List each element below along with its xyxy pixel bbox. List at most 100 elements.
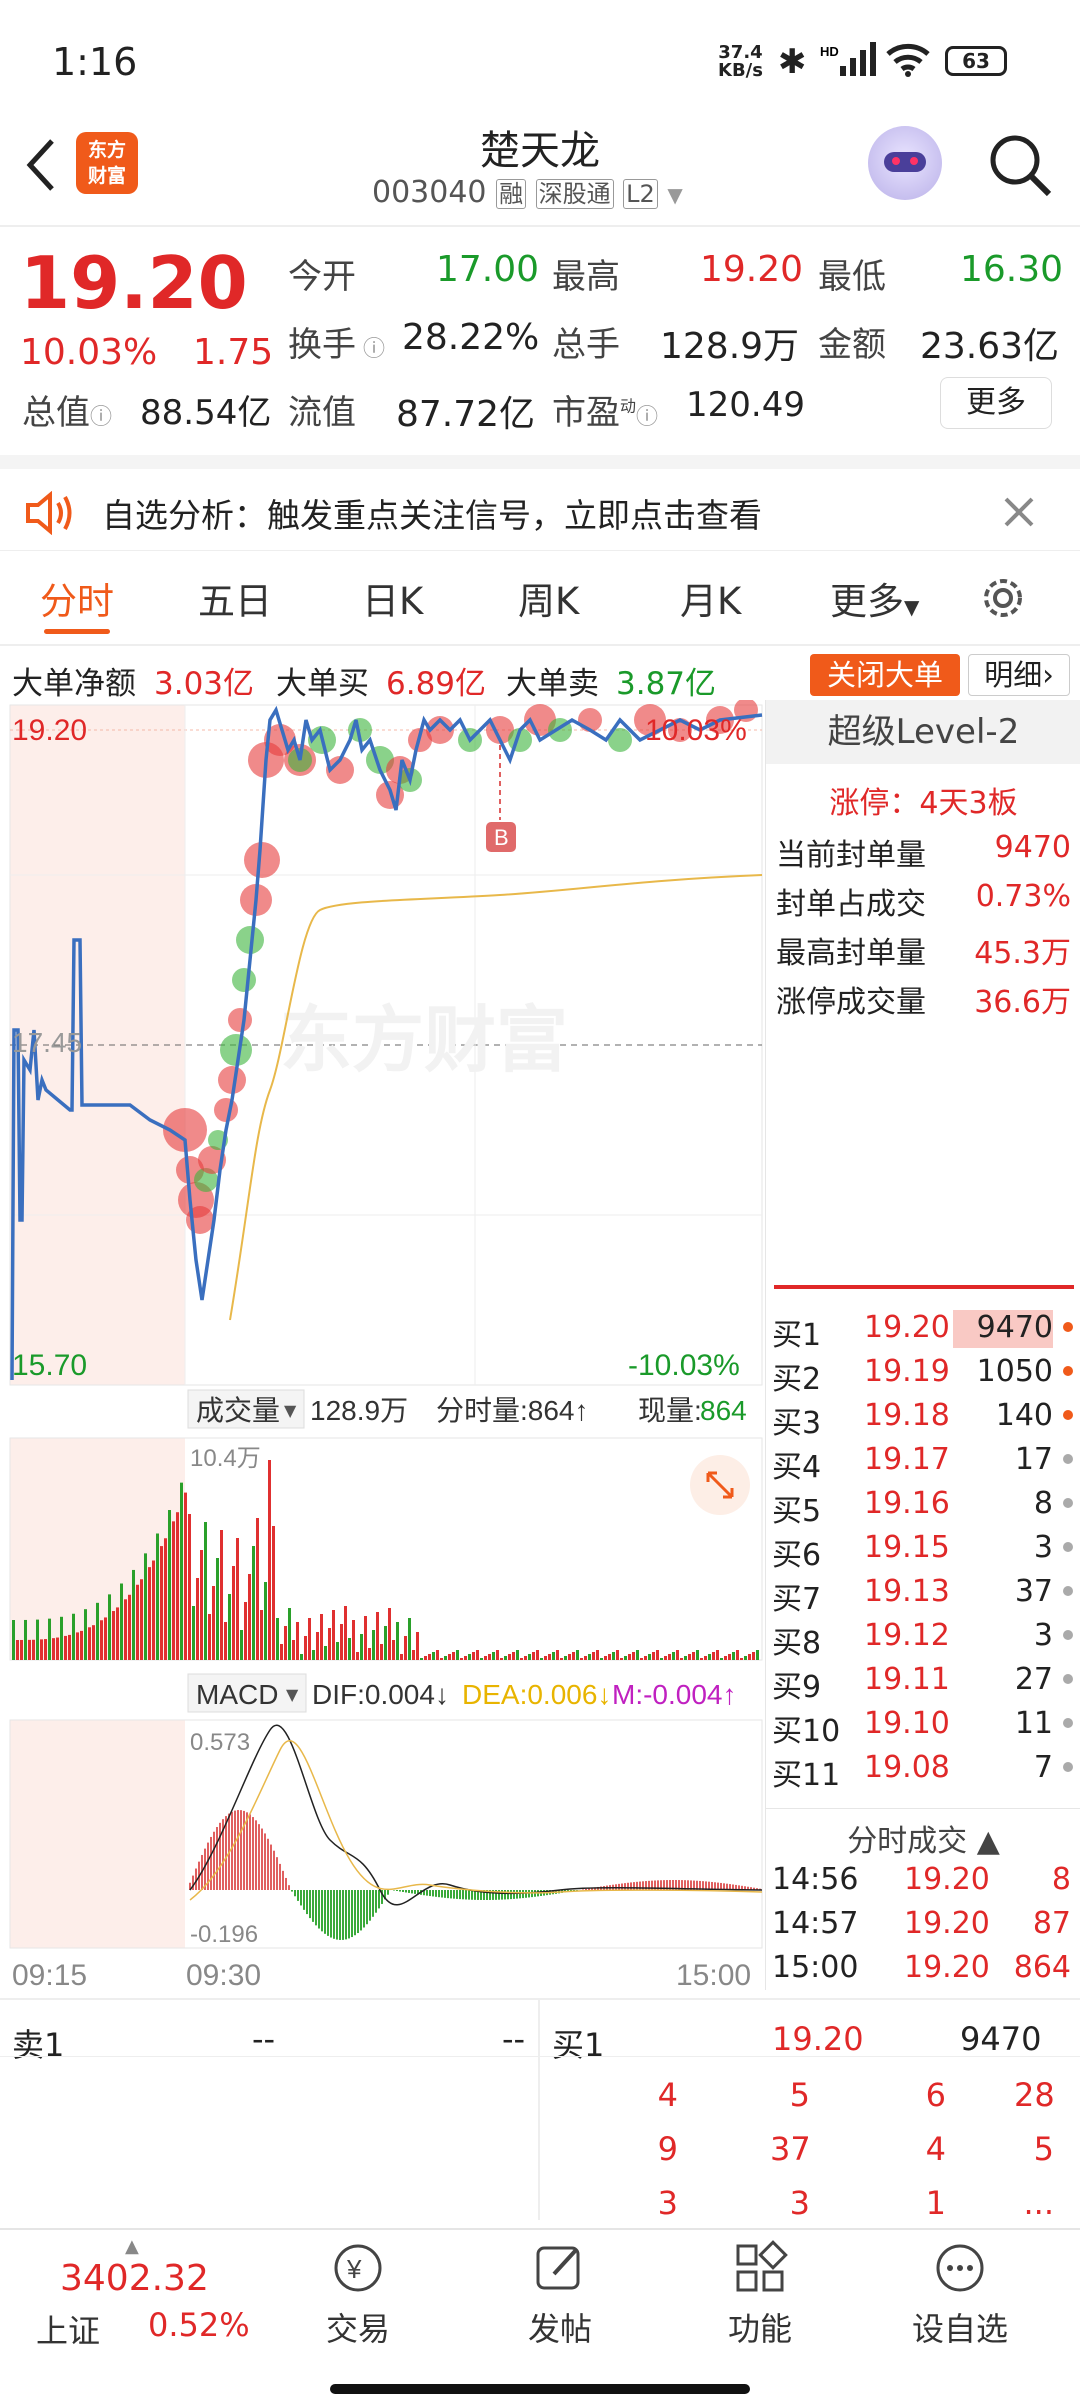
bid-row[interactable]: 买4 19.17 17 (766, 1442, 1080, 1486)
last-price: 19.20 (20, 241, 248, 325)
gear-icon[interactable] (978, 573, 1028, 623)
bid-volume: 9470 (976, 1310, 1053, 1345)
macd-bar (399, 1890, 401, 1892)
order-queue: 卖1 -- -- 买1 19.20 9470 4 5 6 28 9 37 4 5 3 3 1... (0, 1998, 1080, 2222)
close-icon[interactable] (1002, 495, 1036, 529)
volume-bar (108, 1594, 111, 1660)
index-name: 上证 (36, 2312, 101, 2350)
nav-post[interactable]: 发帖 (490, 2240, 630, 2350)
nav-functions[interactable]: 功能 (690, 2240, 830, 2350)
volume-bar (552, 1652, 555, 1660)
volume-bar (660, 1658, 663, 1660)
tab-five-day[interactable]: 五日 (198, 571, 272, 625)
volume-bar (544, 1656, 547, 1660)
volume-bar (372, 1630, 375, 1660)
buy-value: 6.89亿 (386, 666, 487, 702)
bid-row[interactable]: 买2 19.19 1050 (766, 1354, 1080, 1398)
bid-row[interactable]: 买11 19.08 7 (766, 1750, 1080, 1794)
more-button[interactable]: 更多 (940, 377, 1052, 429)
detail-button[interactable]: 明细› (968, 654, 1070, 696)
volume-bar (208, 1614, 211, 1660)
volume-dropdown-icon: ▼ (284, 1401, 297, 1420)
nav-post-label: 发帖 (527, 2310, 592, 2348)
nav-trade-label: 交易 (325, 2310, 390, 2348)
macd-bar (216, 1827, 218, 1890)
level2-row: 涨停成交量 36.6万 (766, 977, 1080, 1021)
macd-bar (621, 1883, 623, 1890)
queue-cell: 3 (657, 2184, 678, 2222)
macd-bar (258, 1824, 260, 1890)
bid-price: 19.12 (864, 1618, 950, 1653)
svg-text:HD: HD (820, 44, 839, 59)
volume-bar (740, 1658, 743, 1660)
buy-marker-label: B (494, 825, 509, 850)
tick-price: 19.20 (904, 1862, 990, 1897)
bid-row[interactable]: 买8 19.12 3 (766, 1618, 1080, 1662)
volume-bar (196, 1578, 199, 1660)
home-indicator[interactable] (330, 2384, 750, 2394)
volume-bar (336, 1642, 339, 1660)
macd-bar (624, 1883, 626, 1890)
volume-now: 864 (700, 1395, 747, 1426)
chevron-up-icon[interactable]: ▲ (125, 2236, 139, 2257)
intraday-chart[interactable]: 东方财富 B 19.20 10.03% 17.45 15.70 -10.03% … (0, 698, 765, 1992)
volume-bar (288, 1608, 291, 1660)
volume-bar (344, 1606, 347, 1660)
tab-intraday[interactable]: 分时 (40, 571, 114, 625)
level2-row-value: 36.6万 (974, 985, 1071, 1020)
volume-bar (432, 1652, 435, 1660)
bottom-price-label: 15.70 (12, 1349, 87, 1382)
stock-header: 东方 财富 楚天龙 003040 融 深股通 L2 ▼ (0, 110, 1080, 225)
bid-row[interactable]: 买5 19.16 8 (766, 1486, 1080, 1530)
close-big-order-button[interactable]: 关闭大单 (810, 654, 960, 696)
macd-bar (525, 1890, 527, 1898)
bid-row[interactable]: 买9 19.11 27 (766, 1662, 1080, 1706)
volume-bar (412, 1650, 415, 1660)
macd-bar (426, 1890, 428, 1896)
volume-bar (264, 1582, 267, 1660)
signal-banner[interactable]: 自选分析：触发重点关注信号，立即点击查看 (0, 455, 1080, 551)
tab-daily-k[interactable]: 日K (362, 571, 423, 625)
volume-bar (624, 1656, 627, 1660)
macd-bar (366, 1890, 368, 1925)
chevron-down-icon[interactable]: ▼ (667, 183, 682, 207)
tick-title[interactable]: 分时成交 ▲ (766, 1816, 1080, 1860)
bid-row[interactable]: 买3 19.18 140 (766, 1398, 1080, 1442)
bid-row[interactable]: 买10 19.10 11 (766, 1706, 1080, 1750)
bid-row[interactable]: 买1 19.20 9470 (766, 1310, 1080, 1354)
low-label: 最低 (818, 257, 886, 297)
mid-price-label: 17.45 (12, 1027, 82, 1058)
nav-add-watch[interactable]: 设自选 (890, 2240, 1030, 2350)
tick-price: 19.20 (904, 1950, 990, 1985)
level2-title[interactable]: 超级Level-2 (766, 700, 1080, 764)
tab-weekly-k[interactable]: 周K (518, 571, 579, 625)
macd-bar (396, 1890, 398, 1891)
macd-bar (348, 1890, 350, 1939)
volume-bar (424, 1656, 427, 1660)
macd-bar (633, 1882, 635, 1890)
volume-value: 128.9万 (660, 326, 800, 367)
macd-bar (231, 1811, 233, 1890)
macd-bar (318, 1890, 320, 1929)
assistant-robot-icon[interactable] (868, 126, 942, 200)
level2-row-label: 当前封单量 (776, 838, 926, 873)
volume-max-label: 10.4万 (190, 1445, 261, 1472)
tab-more[interactable]: 更多▼ (830, 571, 919, 625)
divider-line (774, 1285, 1074, 1289)
bid-dot-icon (1063, 1454, 1073, 1464)
queue-cell: 3 (789, 2184, 810, 2222)
index-value[interactable]: 3402.32 (60, 2258, 209, 2299)
macd-bar (339, 1890, 341, 1940)
tab-monthly-k[interactable]: 月K (680, 571, 741, 625)
bid-row[interactable]: 买6 19.15 3 (766, 1530, 1080, 1574)
macd-bar (300, 1890, 302, 1906)
search-icon[interactable] (985, 130, 1055, 200)
nav-trade[interactable]: ¥ 交易 (288, 2240, 428, 2350)
bid-price: 19.10 (864, 1706, 950, 1741)
volume-bar (400, 1654, 403, 1660)
volume-bar (436, 1650, 439, 1660)
network-speed: 37.4 KB/s (718, 42, 763, 81)
bid-row[interactable]: 买7 19.13 37 (766, 1574, 1080, 1618)
volume-bar (396, 1622, 399, 1660)
tick-price: 19.20 (904, 1906, 990, 1941)
